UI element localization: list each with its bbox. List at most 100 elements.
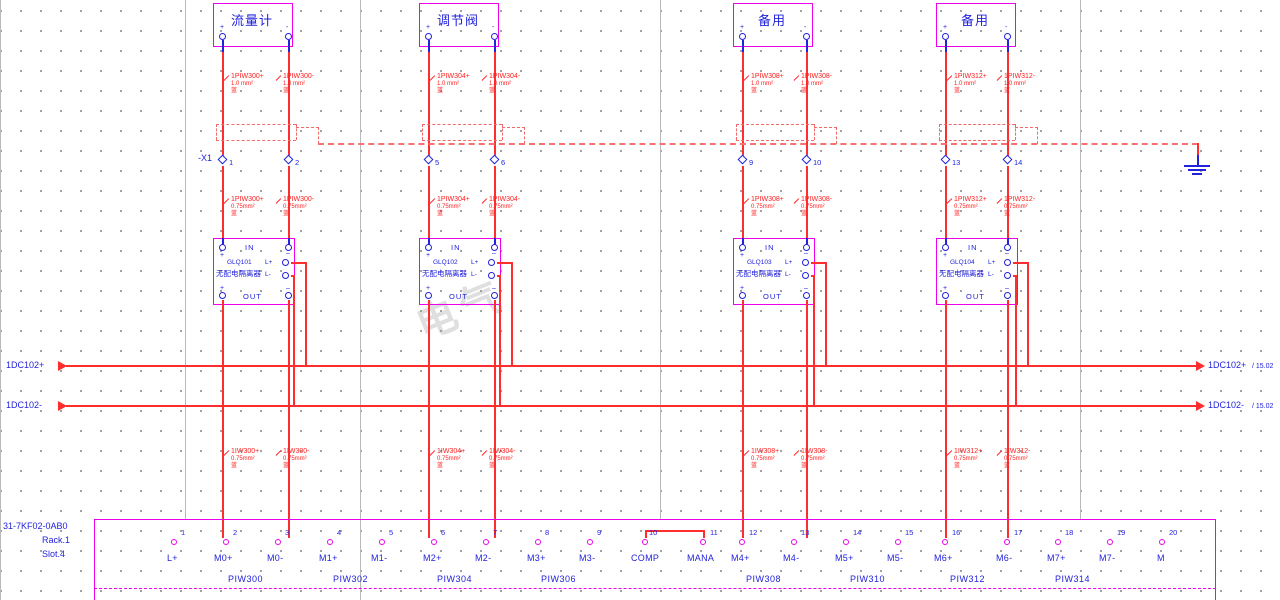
- isolator-power-terminal[interactable]: [488, 272, 495, 279]
- wire-label-tick: [275, 75, 282, 82]
- isolator-power-terminal[interactable]: [802, 272, 809, 279]
- plc-terminal[interactable]: [483, 539, 489, 545]
- rail-arrow-icon: [1196, 401, 1205, 411]
- isolator-out-terminal[interactable]: [285, 292, 292, 299]
- isolator-in-polarity: –: [1005, 250, 1009, 257]
- power-feed: [1015, 275, 1017, 406]
- isolator-tag: GLQ102: [433, 259, 458, 266]
- device-terminal[interactable]: [285, 33, 292, 40]
- wire-label: 1PIW304- 1.0 mm² 蓝: [489, 73, 520, 96]
- plc-terminal[interactable]: [791, 539, 797, 545]
- wire-name: 1PIW304+: [437, 196, 470, 203]
- signal-wire: [428, 300, 430, 538]
- isolator-out-terminal[interactable]: [425, 292, 432, 299]
- plc-terminal[interactable]: [587, 539, 593, 545]
- plc-terminal[interactable]: [535, 539, 541, 545]
- isolator-in-terminal[interactable]: [739, 244, 746, 251]
- strip-terminal[interactable]: [1002, 154, 1013, 165]
- device-terminal[interactable]: [803, 33, 810, 40]
- plc-channel-label: PIW310: [850, 574, 886, 584]
- wire-color: 蓝: [231, 211, 238, 217]
- isolator-tag: GLQ104: [950, 259, 975, 266]
- wire-color: 蓝: [751, 88, 758, 94]
- strip-terminal[interactable]: [801, 154, 812, 165]
- isolator-power-terminal[interactable]: [802, 259, 809, 266]
- signal-wire: [494, 300, 496, 538]
- wire-size: 0.75mm²: [751, 455, 775, 462]
- wire-size: 0.75mm²: [954, 455, 978, 462]
- wire-size: 1.0 mm²: [489, 80, 512, 87]
- wire-size: 0.75mm²: [489, 455, 513, 462]
- isolator-power-terminal[interactable]: [1004, 259, 1011, 266]
- wire-color: 蓝: [801, 463, 808, 469]
- plc-terminal-mark: M7-: [1099, 553, 1116, 563]
- rail-xref: / 15.02: [1252, 403, 1274, 410]
- plc-terminal[interactable]: [223, 539, 229, 545]
- isolator-out-terminal[interactable]: [491, 292, 498, 299]
- plc-terminal-number: 5: [389, 528, 394, 537]
- isolator-power-terminal[interactable]: [282, 272, 289, 279]
- plc-terminal[interactable]: [700, 539, 706, 545]
- isolator-in-terminal[interactable]: [425, 244, 432, 251]
- isolator-in-label: IN: [451, 243, 461, 252]
- strip-terminal[interactable]: [737, 154, 748, 165]
- isolator-out-label: OUT: [966, 292, 985, 301]
- plc-terminal-mark: MANA: [687, 553, 715, 563]
- field-wire: [222, 52, 224, 160]
- isolator-out-polarity: +: [220, 285, 225, 292]
- cable-shield: [422, 140, 502, 141]
- plc-terminal[interactable]: [642, 539, 648, 545]
- plc-terminal[interactable]: [431, 539, 437, 545]
- plc-terminal[interactable]: [942, 539, 948, 545]
- isolator-out-terminal[interactable]: [739, 292, 746, 299]
- plc-terminal[interactable]: [739, 539, 745, 545]
- plc-terminal[interactable]: [1004, 539, 1010, 545]
- wire-color: 蓝: [1004, 88, 1011, 94]
- strip-terminal[interactable]: [283, 154, 294, 165]
- plc-terminal-mark: M0-: [267, 553, 284, 563]
- device-terminal[interactable]: [739, 33, 746, 40]
- strip-terminal[interactable]: [489, 154, 500, 165]
- isolator-out-terminal[interactable]: [803, 292, 810, 299]
- isolator-in-terminal[interactable]: [942, 244, 949, 251]
- wire-size: 0.75mm²: [751, 203, 775, 210]
- strip-terminal[interactable]: [217, 154, 228, 165]
- wire-label-tick: [223, 75, 230, 82]
- wire-label: 1PIW312+ 1.0 mm² 蓝: [954, 73, 987, 96]
- isolator-out-label: OUT: [763, 292, 782, 301]
- isolator-in-terminal[interactable]: [219, 244, 226, 251]
- shield-drain: [318, 127, 319, 144]
- power-feed: [293, 275, 295, 406]
- isolator-lminus-label: L-: [265, 271, 271, 278]
- plc-terminal[interactable]: [1159, 539, 1165, 545]
- plc-terminal[interactable]: [1055, 539, 1061, 545]
- cable-shield-end: [422, 124, 423, 140]
- plc-terminal[interactable]: [1107, 539, 1113, 545]
- device-terminal-polarity: +: [943, 24, 948, 31]
- plc-terminal-number: 6: [441, 528, 446, 537]
- device-terminal[interactable]: [219, 33, 226, 40]
- plc-terminal[interactable]: [895, 539, 901, 545]
- strip-terminal[interactable]: [423, 154, 434, 165]
- isolator-power-terminal[interactable]: [1004, 272, 1011, 279]
- plc-terminal[interactable]: [379, 539, 385, 545]
- wire-label: 1IW312+ 0.75mm² 蓝: [954, 448, 982, 471]
- strip-terminal-number: 13: [952, 158, 961, 167]
- strip-terminal[interactable]: [940, 154, 951, 165]
- isolator-power-terminal[interactable]: [488, 259, 495, 266]
- isolator-out-terminal[interactable]: [942, 292, 949, 299]
- plc-terminal[interactable]: [275, 539, 281, 545]
- isolator-out-terminal[interactable]: [1004, 292, 1011, 299]
- device-terminal[interactable]: [425, 33, 432, 40]
- plc-terminal[interactable]: [327, 539, 333, 545]
- cable-shield: [422, 124, 502, 125]
- wire-color: 蓝: [437, 88, 444, 94]
- isolator-tag: GLQ103: [747, 259, 772, 266]
- plc-terminal[interactable]: [171, 539, 177, 545]
- device-terminal[interactable]: [1004, 33, 1011, 40]
- plc-terminal[interactable]: [843, 539, 849, 545]
- isolator-out-terminal[interactable]: [219, 292, 226, 299]
- isolator-power-terminal[interactable]: [282, 259, 289, 266]
- device-terminal[interactable]: [942, 33, 949, 40]
- device-terminal[interactable]: [491, 33, 498, 40]
